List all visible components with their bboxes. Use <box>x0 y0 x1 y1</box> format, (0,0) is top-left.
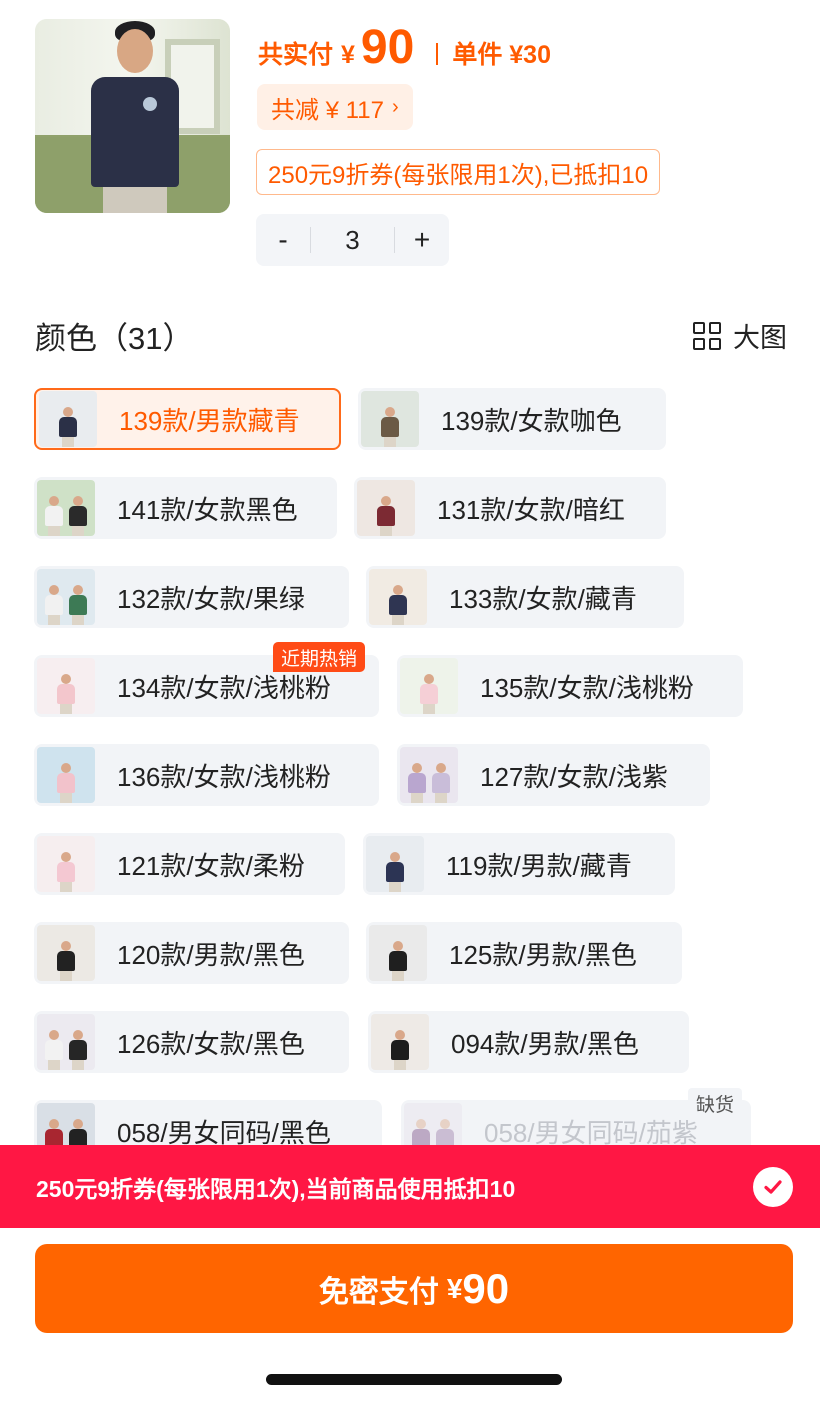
color-option-9[interactable]: 127款/女款/浅紫 <box>397 744 710 806</box>
option-label: 094款/男款/黑色 <box>451 1028 639 1059</box>
option-label: 134款/女款/浅桃粉 <box>117 672 331 703</box>
option-thumbnail <box>37 480 95 536</box>
pay-amount: 90 <box>462 1264 510 1312</box>
option-thumbnail <box>400 658 458 714</box>
big-view-label: 大图 <box>733 323 787 353</box>
option-label: 121款/女款/柔粉 <box>117 850 305 881</box>
option-label: 139款/女款咖色 <box>441 405 622 436</box>
color-option-2[interactable]: 141款/女款黑色 <box>34 477 337 539</box>
total-paid-label: 共实付 <box>258 41 334 69</box>
color-option-8[interactable]: 136款/女款/浅桃粉 <box>34 744 379 806</box>
color-option-0[interactable]: 139款/男款藏青 <box>34 388 341 450</box>
option-thumbnail <box>37 569 95 625</box>
option-thumbnail <box>37 836 95 892</box>
product-model <box>85 19 185 213</box>
quantity-value[interactable]: 3 <box>310 227 395 253</box>
pay-currency: ¥ <box>446 1272 463 1304</box>
option-label: 132款/女款/果绿 <box>117 583 305 614</box>
color-option-4[interactable]: 132款/女款/果绿 <box>34 566 349 628</box>
pay-button[interactable]: 免密支付 ¥ 90 <box>35 1244 793 1333</box>
discount-text: 共减 ¥ 117 <box>271 96 384 124</box>
price-row: 共实付 ¥ 90 单件 ¥30 <box>258 20 551 80</box>
option-label: 133款/女款/藏青 <box>449 583 637 614</box>
home-indicator[interactable] <box>266 1374 562 1385</box>
option-label: 119款/男款/藏青 <box>446 850 632 881</box>
increase-button[interactable]: + <box>395 224 449 256</box>
big-view-toggle[interactable]: 大图 <box>693 316 787 355</box>
grid-icon <box>693 321 721 350</box>
option-thumbnail <box>366 836 424 892</box>
chevron-right-icon: › <box>391 95 399 118</box>
option-label: 125款/男款/黑色 <box>449 939 637 970</box>
option-thumbnail <box>37 1014 95 1070</box>
color-option-1[interactable]: 139款/女款咖色 <box>358 388 666 450</box>
color-option-12[interactable]: 120款/男款/黑色 <box>34 922 349 984</box>
color-section-title: 颜色（31） <box>35 321 194 356</box>
option-label: 136款/女款/浅桃粉 <box>117 761 331 792</box>
option-label: 139款/男款藏青 <box>119 405 300 436</box>
option-label: 120款/男款/黑色 <box>117 939 305 970</box>
color-option-11[interactable]: 119款/男款/藏青 <box>363 833 675 895</box>
option-thumbnail <box>369 569 427 625</box>
color-option-10[interactable]: 121款/女款/柔粉 <box>34 833 345 895</box>
option-label: 141款/女款黑色 <box>117 494 298 525</box>
option-thumbnail <box>369 925 427 981</box>
discount-detail-button[interactable]: 共减 ¥ 117 › <box>257 84 413 130</box>
color-option-7[interactable]: 135款/女款/浅桃粉 <box>397 655 743 717</box>
coupon-bar-text: 250元9折券(每张限用1次),当前商品使用抵扣10 <box>36 1175 516 1202</box>
color-option-13[interactable]: 125款/男款/黑色 <box>366 922 682 984</box>
option-label: 058/男女同码/黑色 <box>117 1117 331 1148</box>
hot-sale-badge: 近期热销 <box>273 642 366 672</box>
option-label: 126款/女款/黑色 <box>117 1028 305 1059</box>
check-circle-icon[interactable] <box>753 1167 793 1207</box>
option-thumbnail <box>37 658 95 714</box>
soldout-badge: 缺货 <box>688 1088 743 1118</box>
product-image[interactable] <box>35 19 230 213</box>
option-thumbnail <box>361 391 419 447</box>
coupon-bar[interactable]: 250元9折券(每张限用1次),当前商品使用抵扣10 <box>0 1145 820 1228</box>
option-label: 127款/女款/浅紫 <box>480 761 668 792</box>
option-thumbnail <box>37 925 95 981</box>
option-thumbnail <box>39 391 97 447</box>
color-option-5[interactable]: 133款/女款/藏青 <box>366 566 684 628</box>
currency-symbol: ¥ <box>341 41 355 69</box>
option-label: 131款/女款/暗红 <box>437 494 625 525</box>
option-thumbnail <box>357 480 415 536</box>
option-label: 135款/女款/浅桃粉 <box>480 672 694 703</box>
color-option-3[interactable]: 131款/女款/暗红 <box>354 477 666 539</box>
option-thumbnail <box>37 747 95 803</box>
option-label: 058/男女同码/茄紫 <box>484 1117 698 1148</box>
color-option-14[interactable]: 126款/女款/黑色 <box>34 1011 349 1073</box>
unit-price: 单件 ¥30 <box>452 41 551 69</box>
option-thumbnail <box>371 1014 429 1070</box>
decrease-button[interactable]: - <box>256 224 310 256</box>
color-option-15[interactable]: 094款/男款/黑色 <box>368 1011 689 1073</box>
option-thumbnail <box>400 747 458 803</box>
pay-button-label: 免密支付 <box>318 1275 439 1309</box>
coupon-note: 250元9折券(每张限用1次),已抵扣10 <box>256 149 661 195</box>
quantity-stepper: - 3 + <box>256 214 449 266</box>
price-divider <box>436 43 439 65</box>
total-amount: 90 <box>360 21 415 74</box>
